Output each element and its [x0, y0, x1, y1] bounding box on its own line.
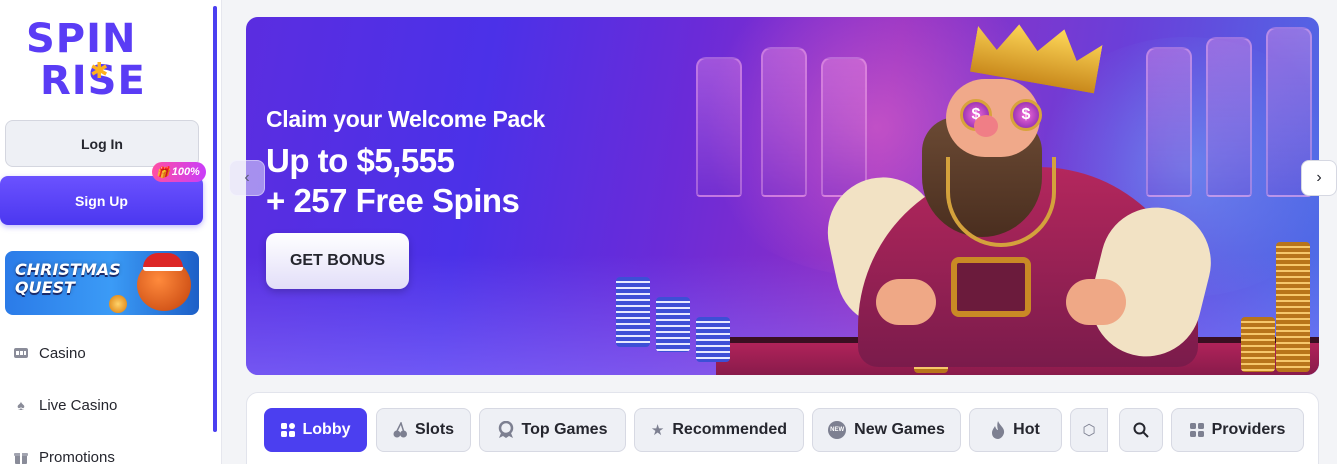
sidebar: SPIN RISE ✱ Log In Sign Up 🎁 100% CHRIST…: [0, 0, 222, 464]
tab-label: Recommended: [672, 421, 788, 438]
banner-prev-button[interactable]: ‹: [229, 160, 265, 196]
brand-logo[interactable]: SPIN RISE ✱: [26, 18, 182, 106]
hexagon-icon: ⬡: [1082, 422, 1096, 439]
nav-item-casino[interactable]: Casino: [12, 341, 86, 365]
sidebar-scrollbar[interactable]: [213, 6, 217, 432]
banner-amount: Up to $5,555: [266, 142, 455, 179]
nav-item-promotions[interactable]: Promotions: [12, 445, 115, 464]
chip-stack-image: [696, 317, 730, 362]
banner-claim: Claim your Welcome Pack: [266, 106, 546, 132]
nav-label: Live Casino: [39, 396, 118, 414]
get-bonus-button[interactable]: GET BONUS: [266, 233, 409, 289]
chip-stack-image: [1241, 317, 1275, 372]
banner-next-button[interactable]: ›: [1301, 160, 1337, 196]
tab-label: New Games: [854, 421, 945, 438]
belt-buckle-image: [951, 257, 1031, 317]
gift-icon: 🎁: [156, 166, 170, 179]
signup-button[interactable]: Sign Up: [0, 176, 203, 225]
chip-stack-image: [616, 277, 650, 347]
signup-badge-text: 100%: [171, 166, 200, 178]
slot-machine-image: [821, 57, 867, 197]
login-button[interactable]: Log In: [5, 120, 199, 167]
nav-label: Promotions: [39, 448, 115, 464]
tab-lobby[interactable]: Lobby: [264, 408, 367, 452]
welcome-banner[interactable]: $ $ Claim your Welcome Pack Up to $5,555…: [246, 17, 1319, 375]
slot-machine-image: [1146, 47, 1192, 197]
tab-label: Lobby: [302, 421, 351, 438]
nav-item-live-casino[interactable]: ♠ Live Casino: [12, 393, 117, 417]
banner-free-spins: + 257 Free Spins: [266, 182, 520, 219]
spade-icon: ♠: [17, 397, 25, 413]
slot-machine-image: [696, 57, 742, 197]
christmas-quest-promo[interactable]: CHRISTMAS QUEST: [5, 251, 199, 315]
slot-machine-image: [761, 47, 807, 197]
slot-machine-icon: [12, 344, 30, 362]
tab-label: Slots: [414, 421, 455, 438]
logo-line-1: SPIN: [26, 16, 137, 62]
tab-recommended[interactable]: ★ Recommended: [634, 408, 804, 452]
chevron-left-icon: ‹: [244, 169, 250, 186]
king-hand-image: [876, 279, 936, 325]
search-icon: [1133, 422, 1149, 438]
tab-label: Hot: [1013, 421, 1040, 438]
promo-title: CHRISTMAS QUEST: [15, 260, 121, 297]
tab-label: Top Games: [521, 421, 608, 438]
santa-hat-image: [143, 253, 183, 271]
search-button[interactable]: [1119, 408, 1163, 452]
star-icon: ★: [650, 422, 665, 439]
new-badge-icon: NEW: [828, 421, 847, 439]
tab-partial-hidden[interactable]: ⬡: [1070, 408, 1108, 452]
nav-label: Casino: [39, 344, 86, 362]
grid-icon: [280, 423, 295, 437]
chip-stack-image: [656, 297, 690, 352]
gift-icon: [12, 448, 30, 464]
grid-icon: [1189, 423, 1204, 437]
cherries-icon: [393, 422, 407, 438]
flame-icon: [991, 421, 1005, 439]
signup-bonus-badge: 🎁 100%: [152, 162, 206, 182]
award-icon: [498, 421, 514, 439]
tab-label: Providers: [1211, 421, 1286, 438]
chevron-right-icon: ›: [1316, 169, 1322, 186]
king-hand-image: [1066, 279, 1126, 325]
tab-top-games[interactable]: Top Games: [479, 408, 626, 452]
snowflake-icon: ✱: [90, 58, 109, 83]
tab-providers[interactable]: Providers: [1171, 408, 1304, 452]
banner-copy: Claim your Welcome Pack Up to $5,555 + 2…: [266, 105, 545, 221]
chip-stack-image: [1276, 242, 1310, 372]
slot-machine-image: [1206, 37, 1252, 197]
tab-slots[interactable]: Slots: [376, 408, 471, 452]
tab-hot[interactable]: Hot: [969, 408, 1062, 452]
dollar-glasses-icon: $: [1010, 99, 1042, 131]
tab-new-games[interactable]: NEW New Games: [812, 408, 961, 452]
king-nose-image: [974, 115, 998, 137]
promo-ornament-image: [109, 295, 127, 313]
